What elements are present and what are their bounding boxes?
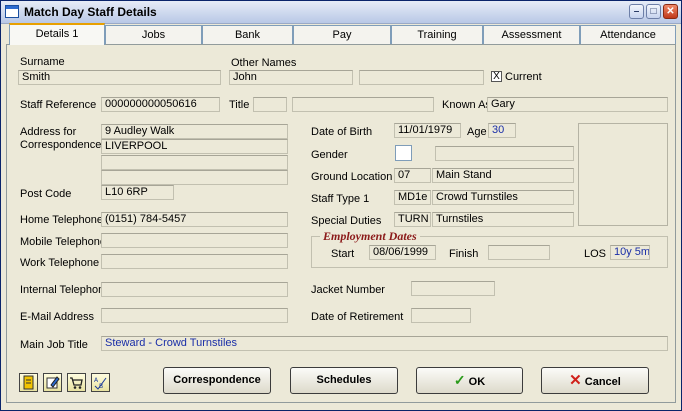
staff-photo bbox=[578, 123, 668, 226]
title-label: Title bbox=[229, 99, 250, 111]
document-icon[interactable] bbox=[19, 373, 38, 392]
check-icon: ✓ bbox=[453, 372, 466, 388]
schedules-button[interactable]: Schedules bbox=[290, 367, 398, 394]
staff-type-label: Staff Type 1 bbox=[311, 193, 370, 205]
mobile-telephone-field[interactable] bbox=[101, 233, 288, 248]
other-names-label: Other Names bbox=[231, 57, 297, 69]
minimize-button[interactable]: – bbox=[629, 4, 644, 19]
cancel-button[interactable]: ✕ Cancel bbox=[541, 367, 649, 394]
address-line-2[interactable]: LIVERPOOL bbox=[101, 139, 288, 154]
work-telephone-label: Work Telephone bbox=[20, 257, 100, 269]
ok-button[interactable]: ✓ OK bbox=[416, 367, 523, 394]
internal-telephone-field[interactable] bbox=[101, 282, 288, 297]
employment-dates-legend: Employment Dates bbox=[320, 229, 420, 244]
window-title: Match Day Staff Details bbox=[24, 5, 157, 19]
other-names-field-2[interactable] bbox=[359, 70, 484, 85]
start-date-field[interactable]: 08/06/1999 bbox=[369, 245, 436, 260]
tab-bank[interactable]: Bank bbox=[202, 25, 293, 44]
gender-description-field bbox=[435, 146, 574, 161]
special-duties-description-field: Turnstiles bbox=[432, 212, 574, 227]
cancel-label: Cancel bbox=[584, 376, 621, 388]
mobile-telephone-label: Mobile Telephone bbox=[20, 236, 107, 248]
address-line-3[interactable] bbox=[101, 155, 288, 170]
date-of-birth-field[interactable]: 11/01/1979 bbox=[394, 123, 461, 138]
close-button[interactable]: ✕ bbox=[663, 4, 678, 19]
home-telephone-label: Home Telephone bbox=[20, 214, 103, 226]
surname-label: Surname bbox=[20, 56, 65, 68]
ground-location-description-field: Main Stand bbox=[432, 168, 574, 183]
main-window: Match Day Staff Details – □ ✕ Details 1 … bbox=[0, 0, 682, 411]
age-field: 30 bbox=[488, 123, 516, 138]
correspondence-button[interactable]: Correspondence bbox=[163, 367, 271, 394]
email-label: E-Mail Address bbox=[20, 311, 94, 323]
current-label: Current bbox=[505, 71, 542, 83]
los-field: 10y 5m bbox=[610, 245, 650, 260]
finish-label: Finish bbox=[449, 248, 479, 260]
edit-icon[interactable] bbox=[43, 373, 62, 392]
tab-jobs[interactable]: Jobs bbox=[105, 25, 202, 44]
address-line-1[interactable]: 9 Audley Walk bbox=[101, 124, 288, 139]
address-line-4[interactable] bbox=[101, 170, 288, 185]
internal-telephone-label: Internal Telephone bbox=[20, 284, 111, 296]
address-label: Address for Correspondence bbox=[20, 126, 102, 151]
other-names-field[interactable]: John bbox=[229, 70, 353, 85]
age-label: Age bbox=[467, 126, 487, 138]
tab-assessment[interactable]: Assessment bbox=[483, 25, 580, 44]
staff-reference-field[interactable]: 000000000050616 bbox=[101, 97, 220, 112]
known-as-field[interactable]: Gary bbox=[487, 97, 668, 112]
title-description-field[interactable] bbox=[292, 97, 434, 112]
special-duties-code-field[interactable]: TURN bbox=[394, 212, 431, 227]
ok-label: OK bbox=[468, 376, 486, 388]
date-of-retirement-label: Date of Retirement bbox=[311, 311, 404, 323]
tab-pay[interactable]: Pay bbox=[293, 25, 391, 44]
finish-date-field[interactable] bbox=[488, 245, 550, 260]
tab-details-1[interactable]: Details 1 bbox=[9, 23, 105, 45]
maximize-button[interactable]: □ bbox=[646, 4, 661, 19]
ground-location-label: Ground Location bbox=[311, 171, 393, 183]
cancel-icon: ✕ bbox=[569, 372, 582, 389]
special-duties-label: Special Duties bbox=[311, 215, 382, 227]
surname-field[interactable]: Smith bbox=[18, 70, 221, 85]
date-of-retirement-field[interactable] bbox=[411, 308, 471, 323]
jacket-number-label: Jacket Number bbox=[311, 284, 385, 296]
staff-type-description-field: Crowd Turnstiles bbox=[432, 190, 574, 205]
post-code-label: Post Code bbox=[20, 188, 72, 200]
current-checkbox[interactable]: X bbox=[491, 71, 502, 82]
staff-type-code-field[interactable]: MD1e bbox=[394, 190, 431, 205]
main-job-title-field[interactable]: Steward - Crowd Turnstiles bbox=[101, 336, 668, 351]
gender-label: Gender bbox=[311, 149, 348, 161]
home-telephone-field[interactable]: (0151) 784-5457 bbox=[101, 212, 288, 227]
ground-location-code-field[interactable]: 07 bbox=[394, 168, 431, 183]
title-field[interactable] bbox=[253, 97, 287, 112]
staff-reference-label: Staff Reference bbox=[20, 99, 97, 111]
los-label: LOS bbox=[584, 248, 607, 260]
title-bar: Match Day Staff Details – □ ✕ bbox=[1, 1, 681, 24]
main-job-title-label: Main Job Title bbox=[20, 339, 88, 351]
jacket-number-field[interactable] bbox=[411, 281, 495, 296]
spell-check-icon[interactable]: AB bbox=[91, 373, 110, 392]
tab-attendance[interactable]: Attendance bbox=[580, 25, 676, 44]
email-field[interactable] bbox=[101, 308, 288, 323]
post-code-field[interactable]: L10 6RP bbox=[101, 185, 174, 200]
work-telephone-field[interactable] bbox=[101, 254, 288, 269]
gender-field[interactable] bbox=[395, 145, 412, 161]
date-of-birth-label: Date of Birth bbox=[311, 126, 373, 138]
cart-icon[interactable] bbox=[67, 373, 86, 392]
window-icon bbox=[5, 5, 19, 18]
known-as-label: Known As bbox=[442, 99, 491, 111]
tab-training[interactable]: Training bbox=[391, 25, 483, 44]
start-label: Start bbox=[331, 248, 355, 260]
